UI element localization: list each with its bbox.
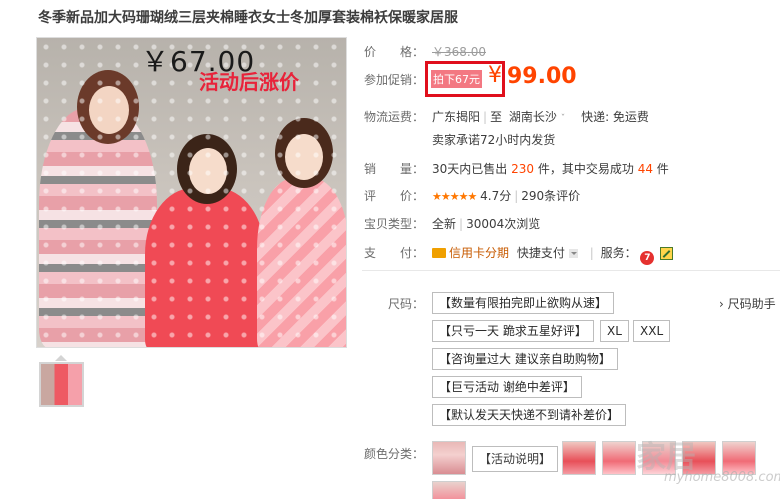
rating-stars-icon: ★★★★★: [432, 190, 477, 203]
currency-symbol: ¥: [488, 63, 502, 88]
quick-pay-link[interactable]: 快捷支付: [517, 246, 565, 260]
rating-info: ★★★★★ 4.7分 | 290条评价: [432, 187, 580, 204]
size-option-2[interactable]: 【只亏一天 跪求五星好评】: [432, 320, 594, 342]
section-divider: [362, 270, 780, 271]
color-swatch-1[interactable]: [432, 441, 466, 475]
shipping-label: 物流运费：: [364, 110, 425, 124]
rating-score: 4.7分: [480, 189, 512, 203]
size-option-4[interactable]: 【巨亏活动 谢绝中差评】: [432, 376, 582, 398]
shipping-fee: 快递: 免运费: [581, 110, 649, 124]
type-value: 全新: [432, 217, 457, 231]
promo-price: 99.00: [507, 64, 577, 89]
size-label: 尺码：: [388, 297, 425, 311]
shipping-info: 广东揭阳 | 至 湖南长沙 ˇ 快递: 免运费: [432, 108, 649, 125]
type-label: 宝贝类型：: [364, 217, 425, 231]
size-option-xl[interactable]: XL: [600, 320, 629, 342]
service-label: 服务：: [600, 246, 637, 260]
type-info: 全新 | 30004次浏览: [432, 215, 540, 232]
credit-card-icon: [432, 248, 446, 258]
thumbnail-pointer: [55, 355, 67, 361]
promo-label: 参加促销：: [364, 73, 425, 87]
watermark-url: myhome8008.com: [664, 470, 780, 485]
sales-info: 30天内已售出 230 件，其中交易成功 44 件: [432, 160, 669, 177]
guarantee-icon[interactable]: [660, 247, 674, 260]
shipping-promise: 卖家承诺72小时内发货: [432, 133, 556, 147]
promo-tag: 拍下67元: [431, 70, 482, 88]
seven-day-return-icon[interactable]: 7: [640, 251, 655, 265]
payment-label: 支 付：: [364, 246, 425, 260]
credit-installment-link[interactable]: 信用卡分期: [449, 246, 509, 260]
payment-separator: |: [589, 246, 594, 260]
price-label: 价 格：: [364, 45, 425, 59]
shipping-to-prefix: 至: [490, 110, 503, 124]
shipping-destination: 湖南长沙: [508, 110, 557, 124]
payment-info: 信用卡分期 快捷支付 | 服务： 7: [432, 244, 674, 265]
fabric-pattern: [37, 38, 346, 347]
original-price: ￥368.00: [432, 45, 486, 59]
color-option-notice[interactable]: 【活动说明】: [472, 446, 559, 472]
size-option-5[interactable]: 【默认发天天快递不到请补差价】: [432, 404, 627, 426]
size-option-1[interactable]: 【数量有限拍完即止欲购从速】: [432, 292, 615, 314]
chevron-down-icon: ˇ: [560, 114, 566, 124]
rating-label: 评 价：: [364, 189, 425, 203]
size-helper-link[interactable]: › 尺码助手: [719, 295, 776, 312]
product-main-image[interactable]: ￥67.00 活动后涨价: [36, 37, 347, 348]
color-label: 颜色分类：: [364, 447, 425, 461]
color-swatch-3[interactable]: [602, 441, 636, 475]
sales-suffix: 件: [656, 162, 669, 176]
size-option-xxl[interactable]: XXL: [633, 320, 671, 342]
product-thumbnail[interactable]: [39, 362, 84, 407]
sales-prefix: 30天内已售出: [432, 162, 508, 176]
sales-success-count: 44: [637, 162, 653, 176]
size-option-3[interactable]: 【咨询量过大 建议亲自助购物】: [432, 348, 618, 370]
sales-count: 230: [511, 162, 535, 176]
sales-mid: 件，其中交易成功: [537, 162, 634, 176]
view-count: 30004次浏览: [466, 217, 541, 231]
color-swatch-7[interactable]: [432, 481, 466, 499]
color-swatch-2[interactable]: [562, 441, 596, 475]
type-separator: |: [459, 217, 464, 231]
shipping-destination-select[interactable]: 湖南长沙 ˇ: [509, 110, 565, 124]
shipping-from: 广东揭阳: [432, 110, 481, 124]
product-title: 冬季新品加大码珊瑚绒三层夹棉睡衣女士冬加厚套装棉袄保暖家居服: [38, 10, 458, 26]
sales-label: 销 量：: [364, 162, 425, 176]
shipping-separator: |: [483, 110, 488, 124]
rating-count-link[interactable]: 290条评价: [521, 189, 580, 203]
payment-dropdown-icon[interactable]: [568, 249, 578, 258]
rating-separator: |: [514, 189, 519, 203]
image-promo-overlay: 活动后涨价: [199, 70, 299, 94]
